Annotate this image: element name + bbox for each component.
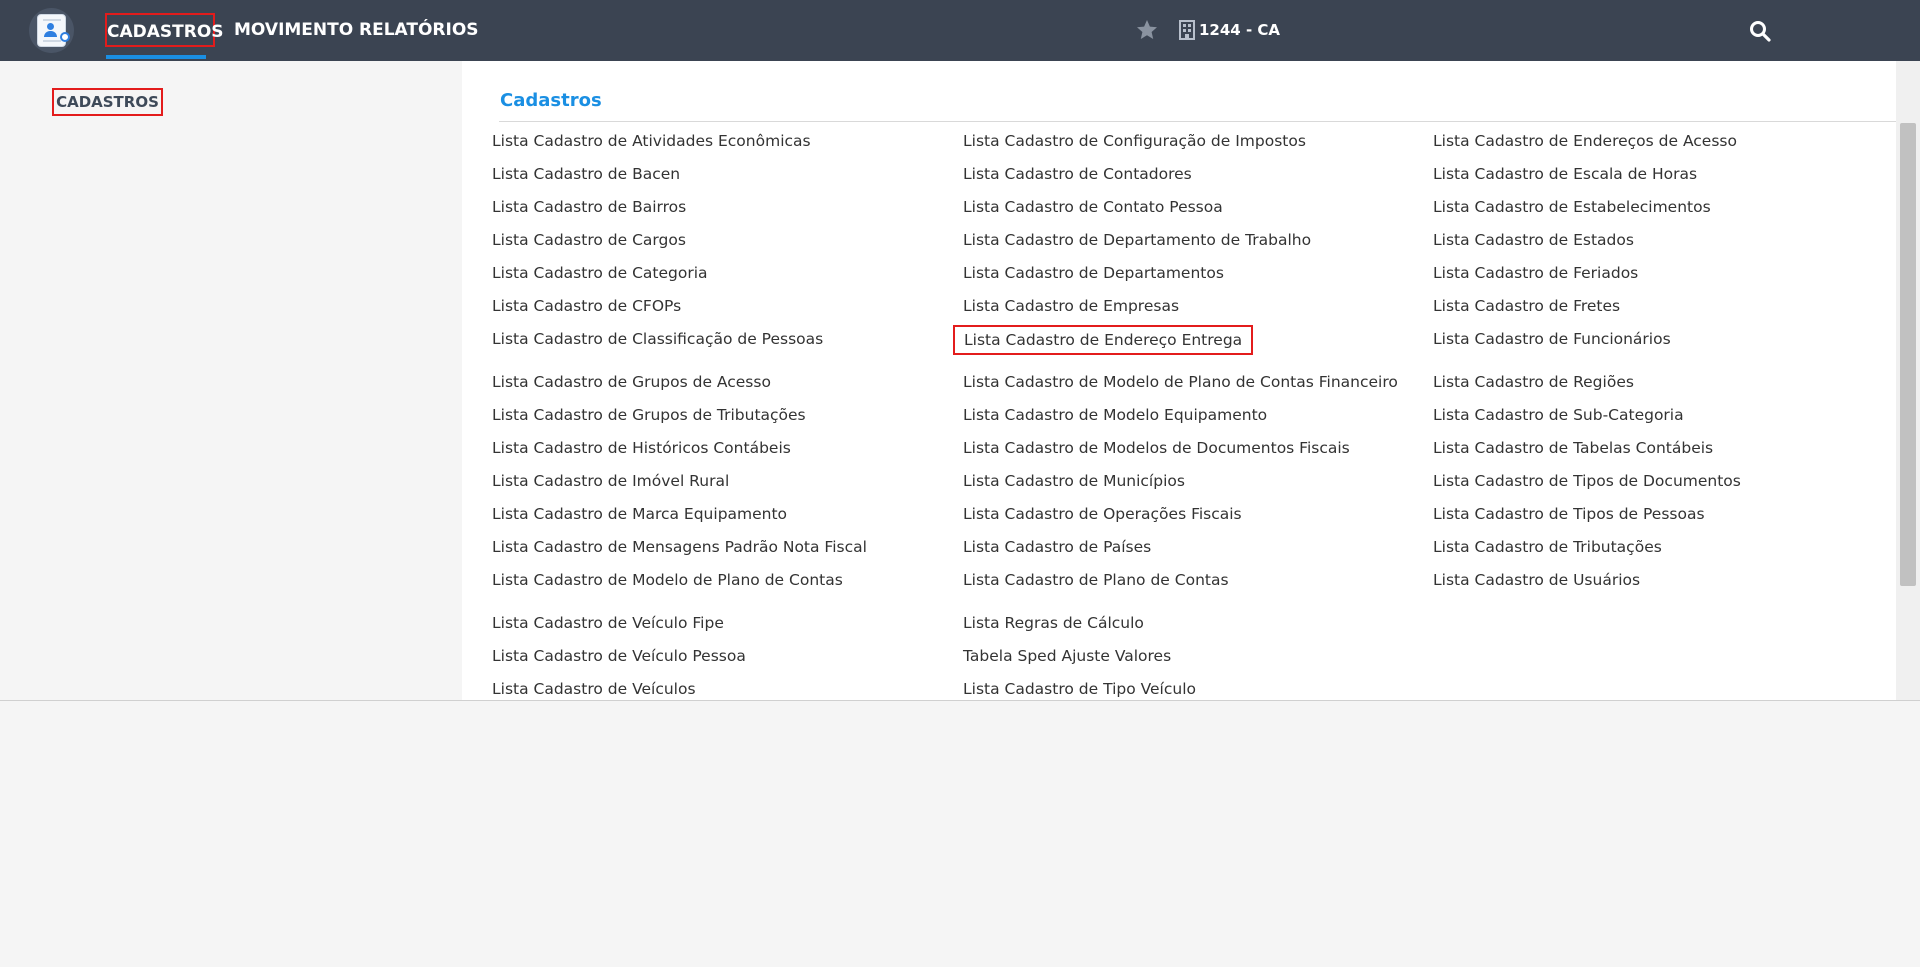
link-tipos-pessoas[interactable]: Lista Cadastro de Tipos de Pessoas bbox=[1433, 502, 1705, 526]
link-classificacao-pessoas[interactable]: Lista Cadastro de Classificação de Pesso… bbox=[492, 327, 823, 351]
link-tipo-veiculo[interactable]: Lista Cadastro de Tipo Veículo bbox=[963, 677, 1196, 701]
link-grupos-acesso[interactable]: Lista Cadastro de Grupos de Acesso bbox=[492, 370, 771, 394]
link-estados[interactable]: Lista Cadastro de Estados bbox=[1433, 228, 1634, 252]
link-bacen[interactable]: Lista Cadastro de Bacen bbox=[492, 162, 680, 186]
link-cfops[interactable]: Lista Cadastro de CFOPs bbox=[492, 294, 681, 318]
main-content: Cadastros Lista Cadastro de Atividades E… bbox=[462, 61, 1920, 701]
link-veiculo-pessoa[interactable]: Lista Cadastro de Veículo Pessoa bbox=[492, 644, 746, 668]
building-icon bbox=[1179, 20, 1195, 40]
link-fretes[interactable]: Lista Cadastro de Fretes bbox=[1433, 294, 1620, 318]
link-departamento-trabalho[interactable]: Lista Cadastro de Departamento de Trabal… bbox=[963, 228, 1311, 252]
link-historicos-contabeis[interactable]: Lista Cadastro de Históricos Contábeis bbox=[492, 436, 791, 460]
link-marca-equipamento[interactable]: Lista Cadastro de Marca Equipamento bbox=[492, 502, 787, 526]
link-departamentos[interactable]: Lista Cadastro de Departamentos bbox=[963, 261, 1224, 285]
link-regioes[interactable]: Lista Cadastro de Regiões bbox=[1433, 370, 1634, 394]
link-contato-pessoa[interactable]: Lista Cadastro de Contato Pessoa bbox=[963, 195, 1223, 219]
link-veiculos[interactable]: Lista Cadastro de Veículos bbox=[492, 677, 696, 701]
link-endereco-entrega[interactable]: Lista Cadastro de Endereço Entrega bbox=[953, 325, 1254, 355]
link-tabelas-contabeis[interactable]: Lista Cadastro de Tabelas Contábeis bbox=[1433, 436, 1713, 460]
link-imovel-rural[interactable]: Lista Cadastro de Imóvel Rural bbox=[492, 469, 729, 493]
sidebar-item-cadastros[interactable]: CADASTROS bbox=[52, 88, 163, 116]
link-escala-horas[interactable]: Lista Cadastro de Escala de Horas bbox=[1433, 162, 1697, 186]
link-bairros[interactable]: Lista Cadastro de Bairros bbox=[492, 195, 686, 219]
link-tipos-documentos[interactable]: Lista Cadastro de Tipos de Documentos bbox=[1433, 469, 1741, 493]
link-contadores[interactable]: Lista Cadastro de Contadores bbox=[963, 162, 1192, 186]
link-categoria[interactable]: Lista Cadastro de Categoria bbox=[492, 261, 708, 285]
link-empresas[interactable]: Lista Cadastro de Empresas bbox=[963, 294, 1179, 318]
star-icon[interactable] bbox=[1135, 18, 1159, 42]
link-regras-calculo[interactable]: Lista Regras de Cálculo bbox=[963, 611, 1144, 635]
link-operacoes-fiscais[interactable]: Lista Cadastro de Operações Fiscais bbox=[963, 502, 1242, 526]
link-sped-ajuste-valores[interactable]: Tabela Sped Ajuste Valores bbox=[963, 644, 1171, 668]
nav-movimento[interactable]: MOVIMENTO bbox=[234, 13, 353, 47]
panel-bottom-divider bbox=[0, 700, 1920, 701]
link-paises[interactable]: Lista Cadastro de Países bbox=[963, 535, 1151, 559]
nav-cadastros[interactable]: CADASTROS bbox=[105, 13, 224, 47]
link-funcionarios[interactable]: Lista Cadastro de Funcionários bbox=[1433, 327, 1671, 351]
scrollbar-thumb[interactable] bbox=[1900, 123, 1916, 586]
link-estabelecimentos[interactable]: Lista Cadastro de Estabelecimentos bbox=[1433, 195, 1711, 219]
branch-label[interactable]: 1244 - CA bbox=[1199, 19, 1280, 41]
link-enderecos-acesso[interactable]: Lista Cadastro de Endereços de Acesso bbox=[1433, 129, 1737, 153]
link-modelos-documentos-fiscais[interactable]: Lista Cadastro de Modelos de Documentos … bbox=[963, 436, 1350, 460]
link-mensagens-padrao[interactable]: Lista Cadastro de Mensagens Padrão Nota … bbox=[492, 535, 867, 559]
app-logo-icon[interactable] bbox=[29, 8, 74, 53]
nav-relatorios[interactable]: RELATÓRIOS bbox=[359, 13, 479, 47]
page-title: Cadastros bbox=[500, 90, 602, 111]
link-usuarios[interactable]: Lista Cadastro de Usuários bbox=[1433, 568, 1640, 592]
link-veiculo-fipe[interactable]: Lista Cadastro de Veículo Fipe bbox=[492, 611, 724, 635]
link-atividades-economicas[interactable]: Lista Cadastro de Atividades Econômicas bbox=[492, 129, 811, 153]
link-municipios[interactable]: Lista Cadastro de Municípios bbox=[963, 469, 1185, 493]
link-plano-contas-financeiro[interactable]: Lista Cadastro de Modelo de Plano de Con… bbox=[963, 370, 1398, 394]
link-modelo-plano-contas[interactable]: Lista Cadastro de Modelo de Plano de Con… bbox=[492, 568, 843, 592]
sidebar: CADASTROS bbox=[0, 61, 462, 701]
title-divider bbox=[499, 121, 1909, 122]
link-modelo-equipamento[interactable]: Lista Cadastro de Modelo Equipamento bbox=[963, 403, 1267, 427]
link-grupos-tributacoes[interactable]: Lista Cadastro de Grupos de Tributações bbox=[492, 403, 806, 427]
link-sub-categoria[interactable]: Lista Cadastro de Sub-Categoria bbox=[1433, 403, 1684, 427]
search-icon[interactable] bbox=[1749, 20, 1771, 42]
nav-active-indicator bbox=[106, 55, 206, 59]
link-plano-contas[interactable]: Lista Cadastro de Plano de Contas bbox=[963, 568, 1229, 592]
top-navbar: CADASTROS MOVIMENTO RELATÓRIOS 1244 - CA bbox=[0, 0, 1920, 61]
link-cargos[interactable]: Lista Cadastro de Cargos bbox=[492, 228, 686, 252]
link-tributacoes[interactable]: Lista Cadastro de Tributações bbox=[1433, 535, 1662, 559]
content-scrollbar[interactable] bbox=[1896, 61, 1920, 701]
link-configuracao-impostos[interactable]: Lista Cadastro de Configuração de Impost… bbox=[963, 129, 1306, 153]
link-feriados[interactable]: Lista Cadastro de Feriados bbox=[1433, 261, 1638, 285]
